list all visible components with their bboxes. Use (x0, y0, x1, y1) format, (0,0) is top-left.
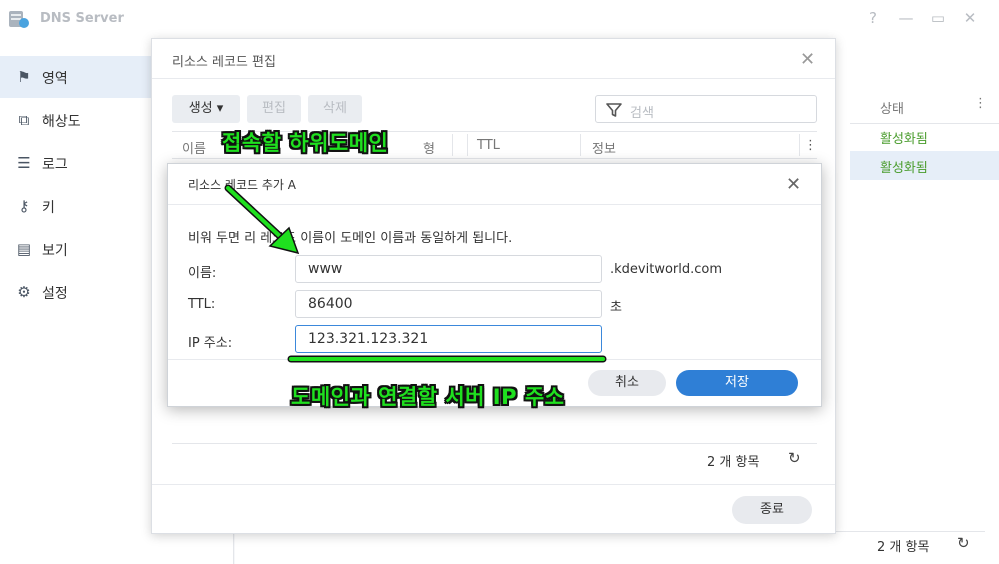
filter-icon (606, 103, 622, 117)
flag-icon: ⚑ (17, 68, 31, 86)
zone-table-header: 상태 ⋮ (850, 90, 999, 124)
annotation-server-ip: 도메인과 연결할 서버 IP 주소 (291, 385, 565, 409)
domain-suffix: .kdevitworld.com (610, 262, 723, 277)
sidebar-item-label: 보기 (42, 243, 68, 259)
divider (452, 134, 453, 156)
sidebar-item-label: 설정 (42, 286, 68, 302)
dialog-description: 비워 두면 리 레코드 이름이 도메인 이름과 동일하게 됩니다. (188, 231, 513, 246)
sidebar-item-label: 해상도 (42, 114, 81, 130)
app-title: DNS Server (40, 11, 124, 26)
column-header-info[interactable]: 정보 (592, 138, 616, 157)
divider (152, 484, 835, 485)
cancel-button[interactable]: 취소 (588, 370, 666, 396)
divider (168, 204, 821, 205)
divider (168, 359, 821, 360)
status-column-header: 상태 (880, 102, 904, 117)
table-row[interactable]: 활성화됨 (850, 122, 999, 151)
ttl-label: TTL: (188, 297, 216, 312)
divider (467, 134, 468, 156)
ttl-input[interactable]: 86400 (295, 290, 602, 318)
divider (152, 78, 835, 79)
column-menu-icon[interactable]: ⋮ (974, 96, 987, 111)
title-bar: DNS Server ? — ▭ ✕ (0, 0, 999, 38)
sidebar-item-label: 키 (42, 200, 55, 216)
table-row[interactable]: 활성화됨 (850, 151, 999, 180)
resolution-icon: ⧉ (18, 111, 30, 129)
dns-server-app-icon (9, 11, 29, 28)
sidebar-item-label: 영역 (42, 71, 68, 87)
divider (172, 443, 817, 444)
search-input[interactable]: 검색 (595, 95, 817, 123)
divider (580, 134, 581, 156)
gear-icon: ⚙ (17, 283, 31, 301)
edit-button[interactable]: 편집 (247, 95, 301, 123)
refresh-icon[interactable]: ↻ (788, 449, 801, 467)
close-button[interactable]: 종료 (732, 496, 812, 524)
minimize-icon[interactable]: — (897, 9, 915, 27)
ip-address-input[interactable]: 123.321.123.321 (295, 325, 602, 353)
name-input[interactable]: www (295, 255, 602, 283)
help-icon[interactable]: ? (864, 9, 882, 27)
close-icon[interactable]: ✕ (786, 176, 801, 194)
search-placeholder: 검색 (630, 106, 654, 121)
column-menu-icon[interactable]: ⋮ (804, 138, 817, 153)
name-label: 이름: (188, 266, 217, 281)
key-icon: ⚷ (18, 197, 30, 215)
annotation-subdomain: 접속할 하위도메인 (222, 131, 389, 155)
column-header-ttl[interactable]: TTL (477, 138, 500, 153)
ttl-unit: 초 (610, 300, 622, 315)
book-icon: ▤ (16, 240, 32, 258)
ip-address-label: IP 주소: (188, 336, 233, 351)
sidebar-item-label: 로그 (42, 157, 68, 173)
list-icon: ☰ (17, 154, 31, 172)
dialog-title: 리소스 레코드 추가 A (188, 178, 296, 192)
maximize-icon[interactable]: ▭ (929, 9, 947, 27)
create-button[interactable]: 생성 ▾ (172, 95, 240, 123)
status-badge: 활성화됨 (880, 161, 928, 176)
status-badge: 활성화됨 (880, 132, 928, 147)
save-button[interactable]: 저장 (676, 370, 798, 396)
column-header-name[interactable]: 이름 (182, 138, 206, 157)
divider (799, 134, 800, 156)
delete-button[interactable]: 삭제 (308, 95, 362, 123)
item-count: 2 개 항목 (707, 455, 760, 470)
add-a-record-dialog: 리소스 레코드 추가 A ✕ 비워 두면 리 레코드 이름이 도메인 이름과 동… (167, 163, 822, 407)
refresh-icon[interactable]: ↻ (957, 534, 970, 552)
editor-title: 리소스 레코드 편집 (172, 55, 276, 70)
close-window-icon[interactable]: ✕ (961, 9, 979, 27)
column-header-type[interactable]: 형 (423, 138, 435, 157)
close-icon[interactable]: ✕ (800, 51, 815, 69)
item-count: 2 개 항목 (877, 540, 930, 555)
